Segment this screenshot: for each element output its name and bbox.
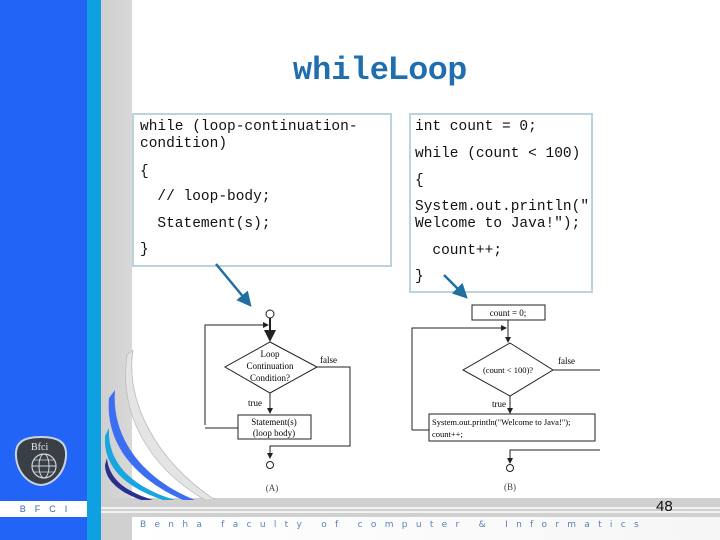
arrow-icon — [215, 263, 252, 307]
code-line: System.out.println(" — [415, 199, 590, 215]
false-label: false — [558, 356, 575, 366]
flowchart-a: Loop Continuation Condition? false true … — [204, 309, 351, 493]
body-text: count++; — [432, 429, 463, 439]
caption-b: (B) — [504, 482, 516, 492]
end-node — [266, 461, 274, 469]
init-text: count = 0; — [490, 308, 527, 318]
code-line: { — [415, 173, 424, 189]
bfci-label-bar: BFCI — [0, 501, 87, 517]
body-text: Statement(s) — [251, 417, 297, 427]
code-line: int count = 0; — [415, 119, 537, 135]
start-node — [265, 309, 275, 319]
footer-text: Benha faculty of computer & Informatics — [140, 520, 647, 530]
code-line: while (loop-continuation- — [140, 119, 358, 135]
end-node — [506, 464, 514, 472]
code-line: Welcome to Java!"); — [415, 216, 581, 232]
false-label: false — [320, 355, 337, 365]
code-line: } — [415, 269, 424, 285]
code-line: { — [140, 164, 149, 180]
code-line: while (count < 100) — [415, 146, 581, 162]
faculty-logo-icon: Bfci — [14, 436, 68, 486]
true-label: true — [492, 399, 506, 409]
flowchart-b: count = 0; (count < 100)? false true Sys… — [411, 304, 600, 492]
body-text: System.out.println("Welcome to Java!"); — [432, 417, 570, 427]
decision-text: Continuation — [247, 361, 294, 371]
syntax-code-box: while (loop-continuation- condition) { /… — [132, 113, 392, 267]
page-number: 48 — [656, 498, 673, 515]
code-line: Statement(s); — [140, 216, 271, 232]
code-line: } — [140, 242, 149, 258]
true-label: true — [248, 398, 262, 408]
code-line: // loop-body; — [140, 189, 271, 205]
title-rest: Loop — [388, 50, 468, 86]
code-line: count++; — [415, 243, 503, 259]
footer-stripe — [101, 507, 720, 509]
decision-text: Loop — [261, 349, 280, 359]
caption-a: (A) — [266, 483, 279, 493]
body-text: (loop body) — [253, 428, 295, 438]
code-line: condition) — [140, 136, 228, 152]
slide-title: whileLoop — [0, 50, 720, 89]
decision-text: Condition? — [250, 373, 290, 383]
bfci-label: BFCI — [19, 504, 77, 514]
title-code: while — [292, 52, 389, 89]
example-code-box: int count = 0; while (count < 100) { Sys… — [409, 113, 593, 293]
decision-text: (count < 100)? — [483, 365, 533, 375]
footer-stripe — [101, 511, 720, 513]
logo-text: Bfci — [31, 442, 48, 453]
